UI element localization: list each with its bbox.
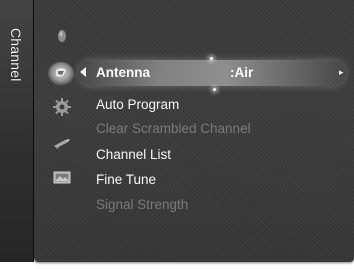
menu-item-channel-list[interactable]: Channel List	[96, 145, 171, 165]
sparkle-icon	[210, 57, 213, 60]
menu-item-signal-strength: Signal Strength	[96, 197, 189, 212]
antenna-value: :Air	[230, 65, 254, 80]
setup-icon[interactable]	[52, 97, 72, 117]
application-icon[interactable]	[52, 168, 72, 188]
picture-icon[interactable]	[52, 26, 72, 46]
side-tab-label: Channel	[8, 28, 24, 82]
menu-item-antenna[interactable]: Antenna	[96, 63, 150, 83]
tv-menu-screen: Channel ▸ Antenna:Air Auto Program Clea…	[0, 0, 354, 269]
side-tab[interactable]: Channel	[0, 0, 34, 262]
input-icon[interactable]	[52, 134, 72, 154]
left-arrow-icon	[80, 67, 86, 77]
menu-item-clear-scrambled-channel: Clear Scrambled Channel	[96, 121, 251, 136]
right-arrow-icon: ▸	[339, 67, 344, 77]
channel-icon[interactable]	[46, 60, 76, 88]
menu-item-fine-tune[interactable]: Fine Tune	[96, 170, 156, 190]
menu-panel: ▸ Antenna :Air Auto Program Clear Scramb…	[34, 0, 354, 262]
menu-item-auto-program[interactable]: Auto Program	[96, 95, 179, 115]
sparkle-icon	[213, 88, 216, 91]
